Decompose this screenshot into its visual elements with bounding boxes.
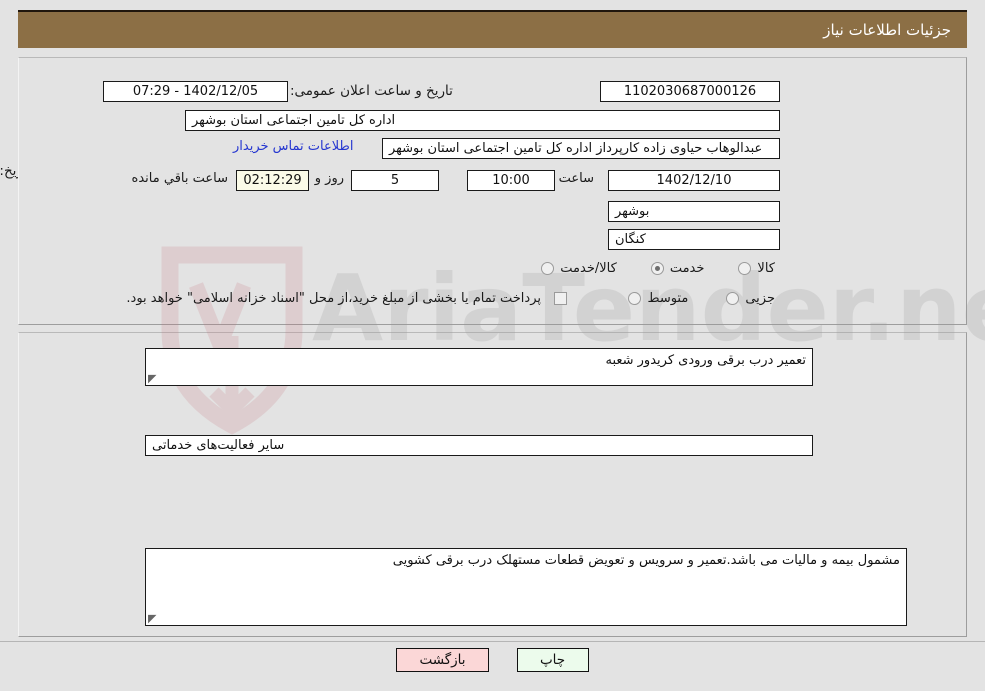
buyer-org-field-row: اداره کل تامین اجتماعی استان بوشهر xyxy=(185,110,780,131)
public-announce-label-row: تاریخ و ساعت اعلان عمومی: xyxy=(290,82,453,100)
deadline-hour-label: ساعت xyxy=(558,171,594,186)
deadline-date-value: 1402/12/10 xyxy=(608,170,780,191)
category-option-0[interactable]: کالا xyxy=(738,261,775,276)
public-announce-label: تاریخ و ساعت اعلان عمومی: xyxy=(290,83,453,99)
category-radio-2[interactable] xyxy=(541,262,555,275)
remaining-time-label: ساعت باقي مانده xyxy=(131,171,228,186)
creator-value: عبدالوهاب حیاوی زاده کارپرداز اداره کل ت… xyxy=(382,138,780,159)
deadline-hour-field-row: 10:00 xyxy=(467,170,555,191)
treasury-note-text: پرداخت تمام یا بخشی از مبلغ خرید،از محل … xyxy=(126,291,541,306)
process-radio-0[interactable] xyxy=(726,292,740,305)
print-button[interactable]: چاپ xyxy=(516,648,589,672)
back-button[interactable]: بازگشت xyxy=(396,648,489,672)
general-desc-value: تعمیر درب برقی ورودی کریدور شعبه xyxy=(605,353,806,368)
category-radio-group: کالا خدمت کالا/خدمت xyxy=(541,261,775,276)
page-header: جزئیات اطلاعات نیاز xyxy=(18,10,967,48)
treasury-note-row: پرداخت تمام یا بخشی از مبلغ خرید،از محل … xyxy=(121,291,567,306)
process-radio-1[interactable] xyxy=(628,292,642,305)
buyer-contact-link[interactable]: اطلاعات تماس خریدار xyxy=(229,139,357,154)
category-option-label-1: خدمت xyxy=(669,261,705,276)
service-group-field-row: سایر فعالیت‌های خدماتی xyxy=(145,435,813,456)
process-radio-group: جزیی متوسط xyxy=(628,291,775,306)
province-value: بوشهر xyxy=(608,201,780,222)
remaining-time-label-row: ساعت باقي مانده xyxy=(127,171,233,186)
contact-link-row: اطلاعات تماس خریدار xyxy=(229,139,357,154)
resize-grip-icon-notes[interactable]: ◥ xyxy=(148,612,158,625)
resize-grip-icon[interactable]: ◥ xyxy=(148,372,158,385)
need-number-field-row: 1102030687000126 xyxy=(600,81,780,102)
remaining-days-label: روز و xyxy=(314,171,344,186)
category-radio-1[interactable] xyxy=(650,262,664,275)
process-option-label-1: متوسط xyxy=(647,291,689,306)
process-option-0[interactable]: جزیی xyxy=(726,291,775,306)
page-root: AriaTender.net جزئیات اطلاعات نیاز شماره… xyxy=(0,0,985,691)
city-field-row: کنگان xyxy=(608,229,780,250)
process-option-1[interactable]: متوسط xyxy=(628,291,688,306)
city-value: کنگان xyxy=(608,229,780,250)
buyer-notes-textarea[interactable]: مشمول بیمه و مالیات می باشد.تعمیر و سروی… xyxy=(145,548,907,626)
category-radio-0[interactable] xyxy=(738,262,752,275)
buyer-org-value: اداره کل تامین اجتماعی استان بوشهر xyxy=(185,110,780,131)
remaining-days-value: 5 xyxy=(351,170,439,191)
process-option-label-0: جزیی xyxy=(745,291,775,306)
category-option-label-0: کالا xyxy=(757,261,775,276)
category-option-label-2: کالا/خدمت xyxy=(560,261,617,276)
deadline-hour-value: 10:00 xyxy=(467,170,555,191)
deadline-date-field-row: 1402/12/10 xyxy=(608,170,780,191)
treasury-bond-checkbox[interactable] xyxy=(554,292,567,305)
public-announce-value: 1402/12/05 - 07:29 xyxy=(103,81,288,102)
footer-divider xyxy=(0,641,985,642)
service-group-value: سایر فعالیت‌های خدماتی xyxy=(145,435,813,456)
remaining-days-field-row: 5 xyxy=(351,170,439,191)
deadline-hour-label-row: ساعت xyxy=(554,171,599,186)
province-field-row: بوشهر xyxy=(608,201,780,222)
page-title: جزئیات اطلاعات نیاز xyxy=(823,21,951,39)
action-button-bar: بازگشت چاپ xyxy=(0,648,985,672)
general-desc-textarea[interactable]: تعمیر درب برقی ورودی کریدور شعبه ◥ xyxy=(145,348,813,386)
public-announce-field-row: 1402/12/05 - 07:29 xyxy=(103,81,288,102)
category-option-1[interactable]: خدمت xyxy=(650,261,705,276)
buyer-notes-value: مشمول بیمه و مالیات می باشد.تعمیر و سروی… xyxy=(392,553,900,568)
category-option-2[interactable]: کالا/خدمت xyxy=(541,261,617,276)
creator-field-row: عبدالوهاب حیاوی زاده کارپرداز اداره کل ت… xyxy=(382,138,780,159)
remaining-time-field-row: 02:12:29 xyxy=(236,170,309,191)
remaining-days-label-row: روز و xyxy=(310,171,349,186)
remaining-time-value: 02:12:29 xyxy=(236,170,309,191)
need-number-value: 1102030687000126 xyxy=(600,81,780,102)
